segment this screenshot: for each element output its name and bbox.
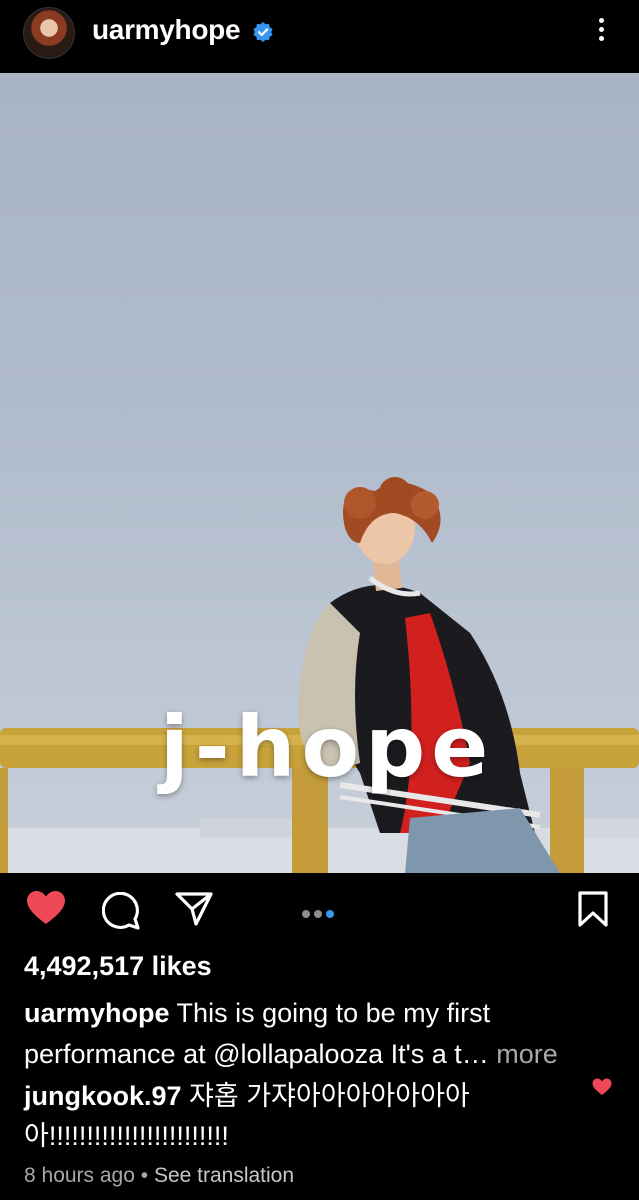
paper-plane-icon[interactable] bbox=[175, 891, 213, 927]
carousel-dot bbox=[314, 910, 322, 918]
carousel-indicator bbox=[302, 905, 338, 918]
comment-username[interactable]: jungkook.97 bbox=[24, 1081, 182, 1111]
post-image[interactable]: j-hope bbox=[0, 73, 639, 873]
post-caption: uarmyhope This is going to be my first p… bbox=[24, 993, 624, 1075]
avatar[interactable] bbox=[23, 7, 75, 59]
caption-more-link[interactable]: more bbox=[489, 1039, 558, 1069]
heart-filled-icon[interactable] bbox=[26, 890, 66, 926]
photo-overlay-text: j-hope bbox=[160, 698, 495, 796]
post-author-username[interactable]: uarmyhope bbox=[92, 14, 241, 46]
verified-badge-icon bbox=[253, 22, 273, 42]
comment-like-icon[interactable] bbox=[592, 1078, 612, 1096]
post-meta: 8 hours ago • See translation bbox=[24, 1164, 294, 1188]
meta-separator: • bbox=[134, 1164, 154, 1187]
post-timestamp: 8 hours ago bbox=[24, 1164, 135, 1187]
caption-username[interactable]: uarmyhope bbox=[24, 998, 170, 1028]
comment-icon[interactable] bbox=[102, 892, 140, 930]
carousel-dot bbox=[302, 910, 310, 918]
bookmark-icon[interactable] bbox=[578, 891, 608, 927]
more-vertical-icon[interactable] bbox=[594, 18, 608, 46]
comment-item: jungkook.97 쟈홉 가쟈아아아아아아아아!!!!!!!!!!!!!!!… bbox=[24, 1076, 584, 1156]
post-actions bbox=[0, 873, 639, 948]
carousel-dot-active bbox=[326, 910, 334, 918]
likes-count[interactable]: 4,492,517 likes bbox=[24, 951, 212, 982]
post-header: uarmyhope bbox=[0, 0, 639, 73]
see-translation-link[interactable]: See translation bbox=[154, 1164, 294, 1187]
